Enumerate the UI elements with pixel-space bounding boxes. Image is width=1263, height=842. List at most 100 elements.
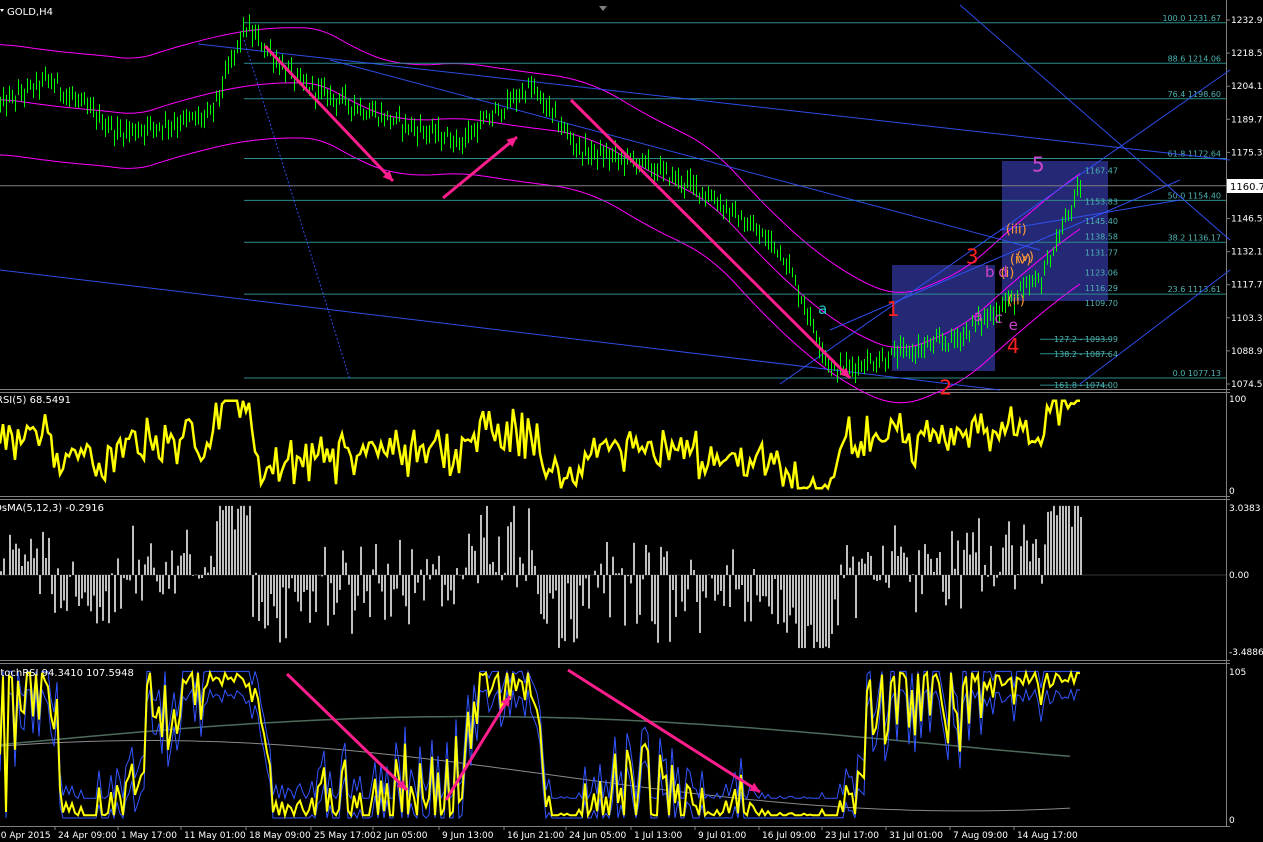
osma-bar <box>147 556 149 575</box>
osma-bar <box>849 567 851 575</box>
time-tick-label: 2 Jun 05:00 <box>376 831 428 841</box>
osma-bar <box>300 575 302 612</box>
osma-bar <box>597 575 599 588</box>
fib-level-label: 23.6 1113.61 <box>1168 285 1221 294</box>
osma-bar <box>1038 558 1040 575</box>
osma-bar <box>741 575 743 585</box>
osma-bar <box>447 575 449 601</box>
osma-bar <box>1050 511 1052 575</box>
osma-bar <box>948 575 950 600</box>
osma-bar <box>585 575 587 579</box>
osma-bar <box>441 575 443 607</box>
osma-bar <box>468 533 470 575</box>
time-tick-label: 9 Jun 13:00 <box>442 831 494 841</box>
osma-bar <box>780 575 782 590</box>
osma-bar <box>909 575 911 582</box>
osma-bar <box>354 575 356 611</box>
osma-bar <box>267 575 269 626</box>
osma-bar <box>276 575 278 619</box>
osma-bar <box>183 553 185 575</box>
osma-bar <box>342 550 344 575</box>
upper-band <box>0 27 1081 293</box>
osma-bar <box>510 522 512 575</box>
osma-bar <box>237 508 239 575</box>
chart-menu-icon[interactable] <box>0 9 4 12</box>
osma-bar <box>96 575 98 624</box>
osma-bar <box>249 505 251 575</box>
osma-bar <box>60 575 62 609</box>
osma-bar <box>315 575 317 613</box>
osma-bar <box>660 546 662 575</box>
stoch-label: StochRSI 94.3410 107.5948 <box>0 668 134 679</box>
osma-bar <box>294 575 296 592</box>
wave-label: (ii) <box>1008 294 1025 309</box>
osma-bar <box>87 575 89 606</box>
osma-bar <box>144 564 146 575</box>
osma-bar <box>891 551 893 575</box>
osma-bar <box>1035 539 1037 575</box>
wave-label: c <box>994 309 1002 327</box>
osma-bar <box>756 575 758 596</box>
osma-bar <box>936 558 938 575</box>
fib-small-label: 161.8 - 1074.00 <box>1054 381 1118 390</box>
rsi-label: RSI(5) 68.5491 <box>0 395 71 406</box>
osma-bar <box>201 575 203 578</box>
osma-bar <box>984 564 986 575</box>
osma-bar <box>933 572 935 575</box>
osma-bar <box>873 575 875 580</box>
osma-bar <box>21 566 23 575</box>
osma-bar <box>216 521 218 575</box>
time-tick-label: 31 Jul 01:00 <box>889 831 943 841</box>
osma-bar <box>531 550 533 575</box>
osma-bar <box>186 529 188 575</box>
osma-bar <box>882 545 884 575</box>
osma-bar <box>663 557 665 575</box>
fib-small-label: 1123.06 <box>1085 268 1118 277</box>
osma-bar <box>789 575 791 616</box>
osma-bar <box>351 575 353 634</box>
osma-bar <box>981 575 983 592</box>
osma-bar <box>222 510 224 575</box>
osma-bar <box>972 532 974 575</box>
osma-bar <box>438 555 440 575</box>
osma-bar <box>279 575 281 643</box>
osma-bar <box>1014 575 1016 590</box>
osma-bar <box>375 544 377 575</box>
osma-bar <box>990 545 992 575</box>
osma-bar <box>828 575 830 649</box>
price-tick-label: 1204.10 <box>1231 82 1263 92</box>
arrow-shaft <box>442 135 518 200</box>
osma-bar <box>378 575 380 584</box>
osma-bar <box>12 549 14 575</box>
osma-bar <box>672 575 674 590</box>
price-tick-label: 1232.90 <box>1231 16 1263 26</box>
osma-bar <box>0 571 2 575</box>
osma-bar <box>603 575 605 594</box>
wave-label: e <box>1009 316 1018 334</box>
osma-bar <box>846 545 848 575</box>
osma-bar <box>738 575 740 590</box>
osma-bar <box>765 575 767 597</box>
osma-bar <box>504 572 506 575</box>
osma-bar <box>693 570 695 575</box>
osma-bar <box>312 575 314 592</box>
osma-bar <box>423 575 425 601</box>
osma-bar <box>291 575 293 579</box>
osma-bar <box>600 563 602 575</box>
wave-label: 3 <box>966 244 979 268</box>
scroll-marker-icon[interactable] <box>599 6 607 11</box>
osma-bar <box>288 575 290 589</box>
osma-bar <box>768 575 770 607</box>
osma-bar <box>159 575 161 593</box>
fib-small-label: 138.2 - 1087.64 <box>1054 350 1118 359</box>
osma-bar <box>714 575 716 601</box>
osma-bar <box>174 575 176 594</box>
osma-bar <box>711 575 713 579</box>
osma-bar <box>390 575 392 617</box>
osma-bar <box>141 575 143 601</box>
osma-bar <box>213 567 215 575</box>
osma-bar <box>150 543 152 575</box>
osma-bar <box>1029 561 1031 575</box>
osma-bar <box>273 575 275 607</box>
osma-bar <box>522 563 524 575</box>
